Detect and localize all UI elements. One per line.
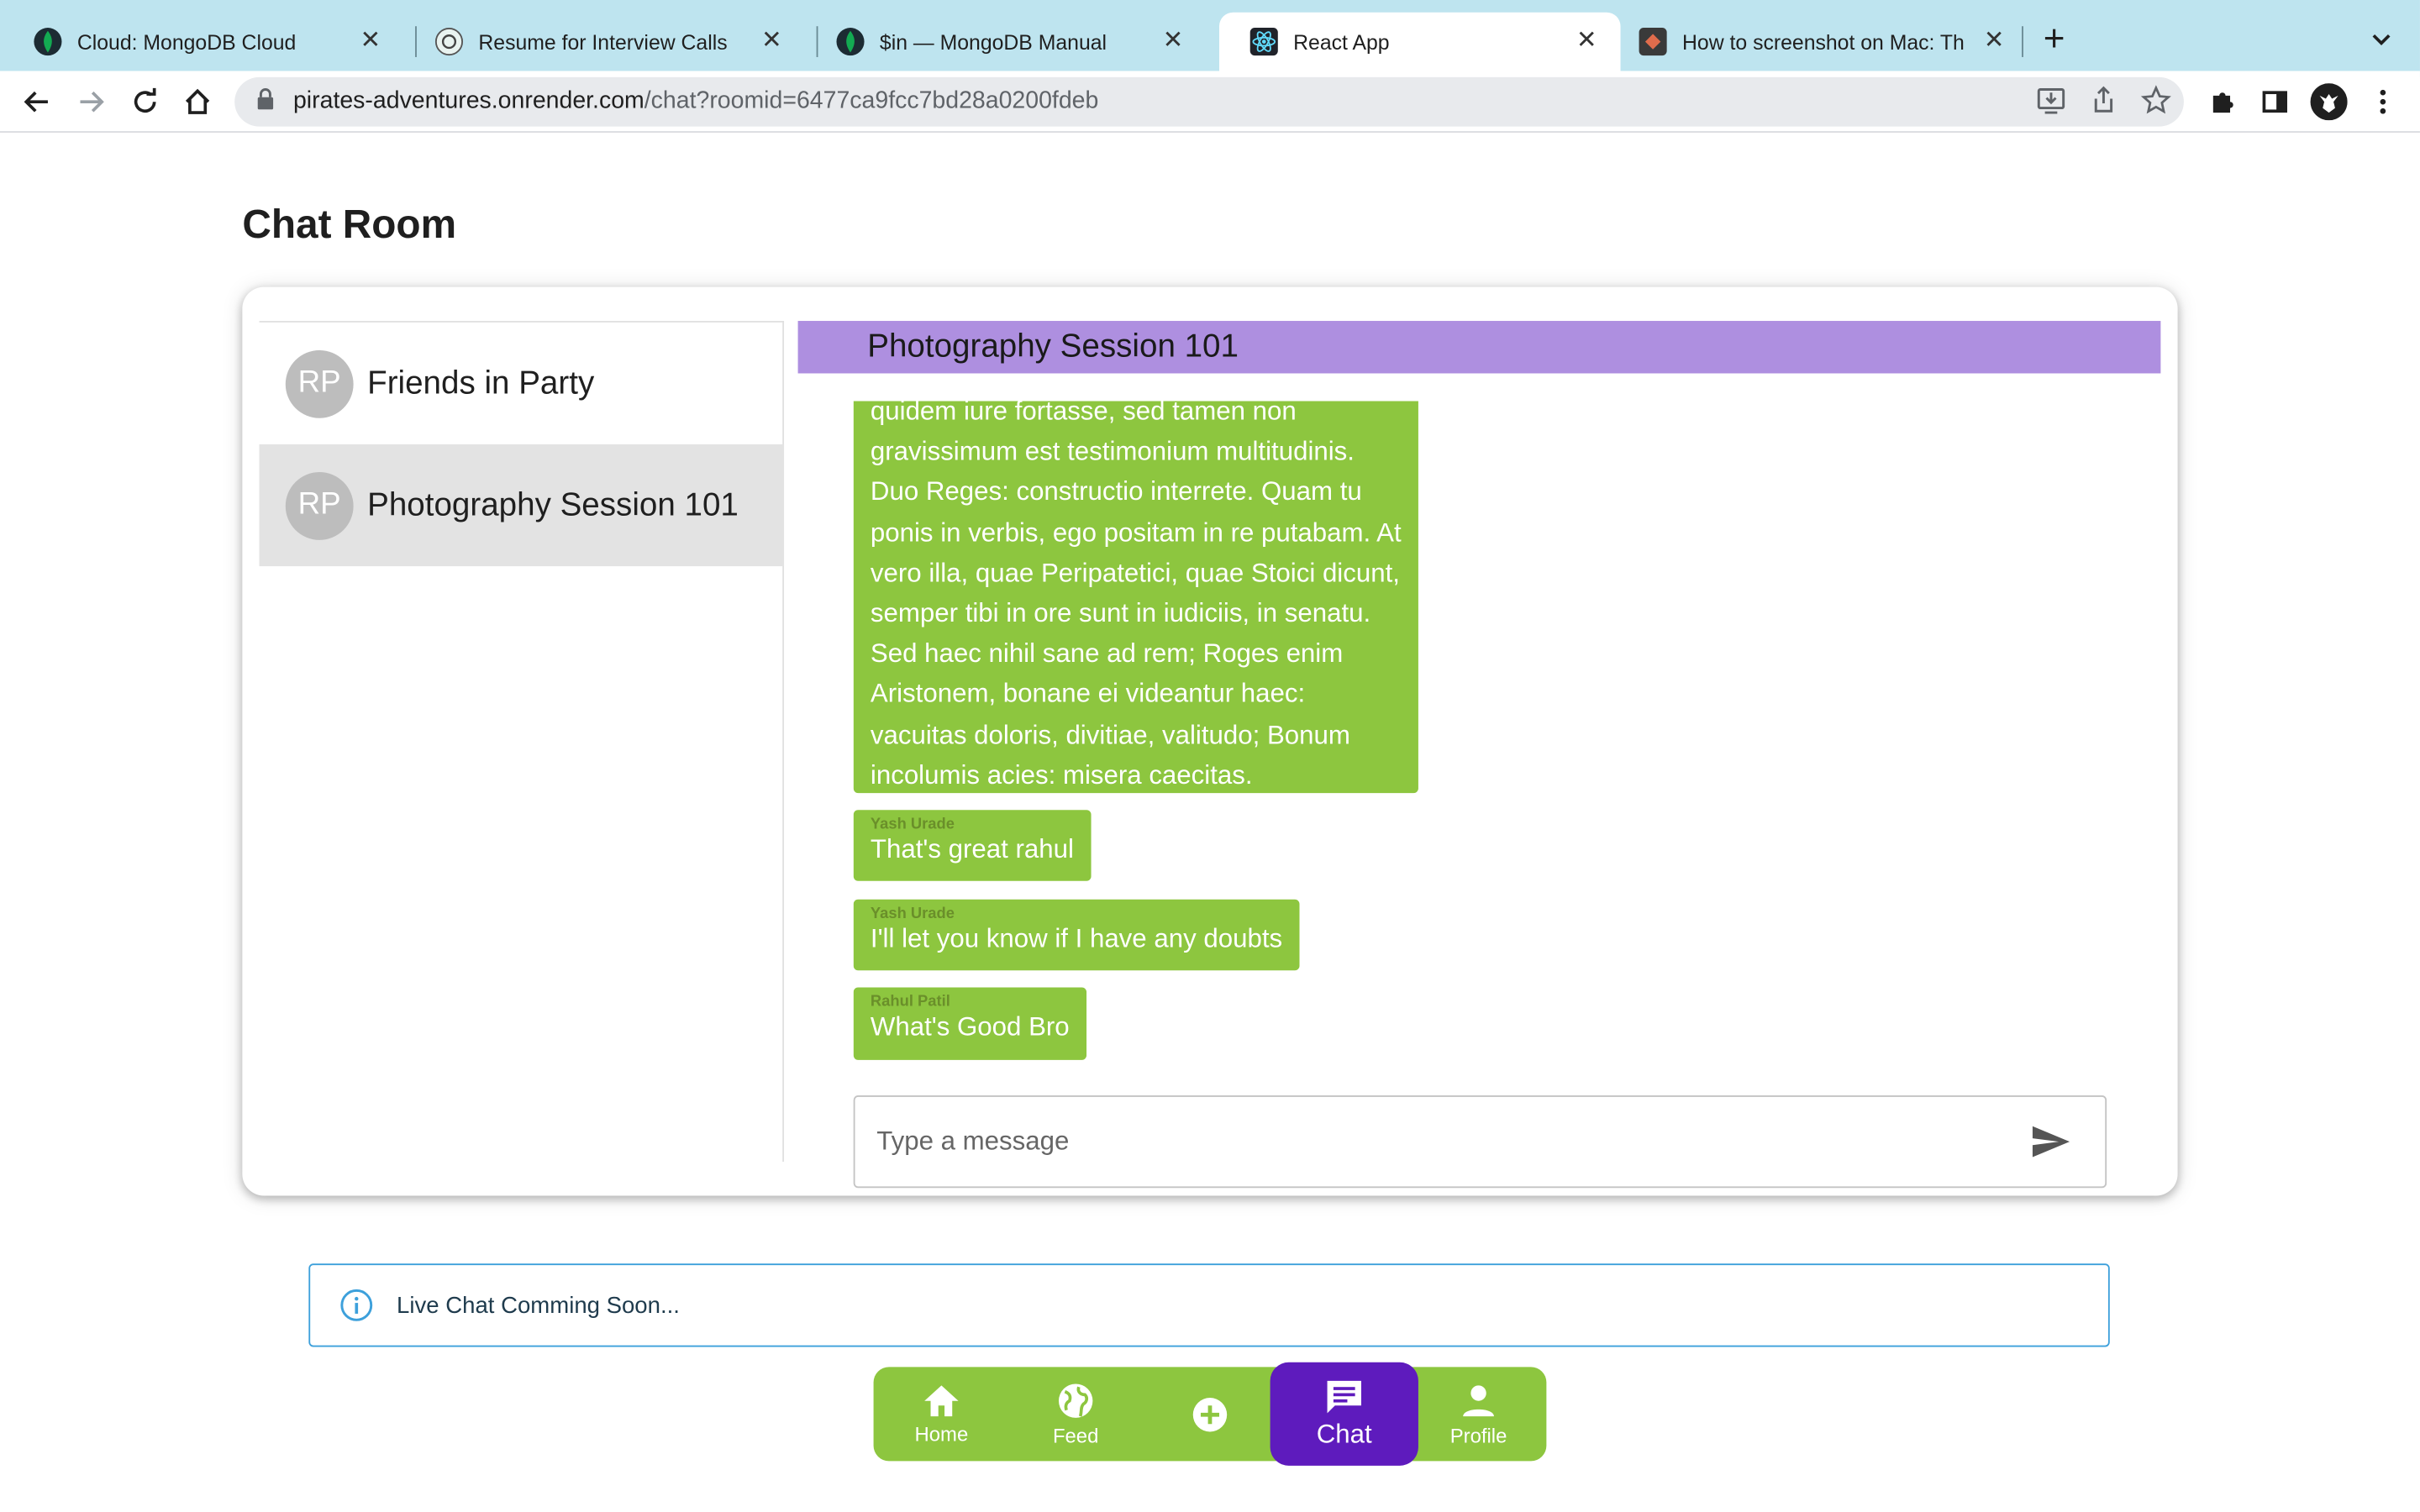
tab-title: Resume for Interview Calls: [478, 29, 728, 54]
room-item-friends-in-party[interactable]: RP Friends in Party: [260, 323, 784, 444]
forward-arrow-icon: [80, 91, 104, 113]
close-tab-icon[interactable]: ✕: [1981, 29, 2006, 54]
add-circle-icon: [1192, 1397, 1228, 1431]
url-path: /chat?roomid=6477ca9fcc7bd28a0200fdeb: [644, 87, 1099, 114]
home-outline-icon: [185, 88, 210, 114]
browser-tab-bar: Cloud: MongoDB Cloud ✕ Resume for Interv…: [0, 0, 2420, 77]
message-text: What's Good Bro: [870, 1011, 1070, 1042]
close-tab-icon[interactable]: ✕: [1574, 29, 1598, 54]
message-list: quidem iure fortasse, sed tamen non grav…: [853, 401, 2119, 1065]
nav-label: Home: [914, 1421, 969, 1446]
reload-icon: [134, 87, 156, 113]
message-sender: Rahul Patil: [870, 993, 950, 1011]
close-tab-icon[interactable]: ✕: [1160, 29, 1185, 54]
nav-label: Feed: [1052, 1423, 1099, 1446]
browser-tab[interactable]: $in — MongoDB Manual ✕: [806, 13, 1207, 71]
message-input[interactable]: [876, 1096, 2019, 1187]
room-list: RP Friends in Party RP Photography Sessi…: [259, 321, 785, 1163]
share-icon[interactable]: [2088, 85, 2119, 123]
back-button[interactable]: [18, 83, 55, 120]
globe-icon: [1058, 1383, 1093, 1418]
tab-search-chevron-icon[interactable]: [2369, 26, 2393, 59]
message-text: I'll let you know if I have any doubts: [870, 924, 1283, 954]
mongodb-leaf-icon: [34, 28, 62, 56]
alert-message: Live Chat Comming Soon...: [397, 1292, 680, 1319]
new-tab-button[interactable]: +: [2044, 21, 2065, 59]
address-bar[interactable]: pirates-adventures.onrender.com/chat?roo…: [234, 76, 2184, 127]
home-button[interactable]: [179, 83, 216, 120]
nav-label: Profile: [1449, 1423, 1507, 1446]
browser-tab[interactable]: How to screenshot on Mac: Th ✕: [1608, 13, 2028, 71]
browser-tab[interactable]: Cloud: MongoDB Cloud ✕: [3, 13, 405, 71]
info-icon: [340, 1289, 373, 1321]
message-sender: Yash Urade: [870, 906, 955, 923]
info-alert: Live Chat Comming Soon...: [308, 1263, 2110, 1347]
nav-profile[interactable]: Profile: [1409, 1367, 1548, 1461]
message-bubble: quidem iure fortasse, sed tamen non grav…: [853, 401, 1418, 794]
chat-header-title: Photography Session 101: [797, 321, 2161, 374]
tab-title: React App: [1293, 29, 1390, 54]
chatgpt-icon: [434, 28, 464, 56]
install-app-icon[interactable]: [2036, 85, 2067, 123]
message-sender: Yash Urade: [870, 816, 955, 833]
url-host: pirates-adventures.onrender.com: [292, 87, 644, 114]
lock-icon: [256, 87, 275, 117]
close-tab-icon[interactable]: ✕: [760, 29, 784, 54]
browser-menu-kebab-icon[interactable]: [2365, 83, 2402, 120]
message-text: That's great rahul: [870, 834, 1074, 864]
react-icon: [1249, 28, 1278, 56]
extensions-puzzle-icon[interactable]: [2204, 83, 2241, 120]
tab-title: Cloud: MongoDB Cloud: [76, 29, 297, 54]
chat-card: RP Friends in Party RP Photography Sessi…: [242, 286, 2178, 1196]
bottom-navigation: Home Feed Chat Profile: [872, 1362, 1548, 1466]
back-arrow-icon: [24, 91, 48, 113]
bookmark-star-icon[interactable]: [2140, 85, 2172, 123]
nav-home[interactable]: Home: [872, 1367, 1011, 1461]
reload-button[interactable]: [127, 83, 164, 120]
page-title: Chat Room: [242, 200, 457, 247]
nav-label: Chat: [1316, 1419, 1372, 1449]
home-icon: [924, 1384, 959, 1416]
side-panel-icon[interactable]: [2256, 83, 2293, 120]
forward-button[interactable]: [72, 83, 109, 120]
nav-add[interactable]: [1140, 1367, 1279, 1461]
setapp-icon: [1639, 28, 1667, 56]
tab-title: How to screenshot on Mac: Th: [1682, 29, 1965, 54]
nav-feed[interactable]: Feed: [1007, 1367, 1145, 1461]
message-bubble: Rahul Patil What's Good Bro: [853, 987, 1086, 1060]
close-tab-icon[interactable]: ✕: [358, 29, 382, 54]
browser-tab-active[interactable]: React App ✕: [1218, 12, 1621, 71]
room-name: Friends in Party: [367, 365, 595, 401]
room-name: Photography Session 101: [367, 486, 739, 522]
browser-tab[interactable]: Resume for Interview Calls ✕: [404, 13, 806, 71]
tab-title: $in — MongoDB Manual: [879, 29, 1107, 54]
send-button[interactable]: [2031, 1123, 2071, 1168]
profile-avatar-icon[interactable]: [2310, 83, 2348, 121]
person-icon: [1463, 1384, 1494, 1416]
mongodb-leaf-icon: [836, 28, 865, 56]
avatar: RP: [285, 471, 354, 539]
message-bubble: Yash Urade I'll let you know if I have a…: [853, 899, 1300, 971]
message-input-box: [853, 1095, 2107, 1189]
avatar: RP: [285, 349, 354, 417]
chat-icon: [1327, 1380, 1361, 1414]
room-item-photography-session-101[interactable]: RP Photography Session 101: [259, 444, 785, 567]
send-icon: [2032, 1126, 2070, 1158]
browser-toolbar: pirates-adventures.onrender.com/chat?roo…: [0, 71, 2420, 133]
nav-chat[interactable]: Chat: [1270, 1362, 1418, 1466]
message-bubble: Yash Urade That's great rahul: [853, 810, 1092, 881]
message-text: quidem iure fortasse, sed tamen non grav…: [870, 401, 1402, 790]
